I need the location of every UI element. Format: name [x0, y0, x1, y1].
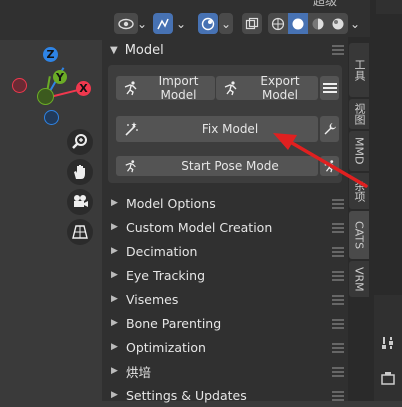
annotation-arrow	[273, 133, 368, 188]
